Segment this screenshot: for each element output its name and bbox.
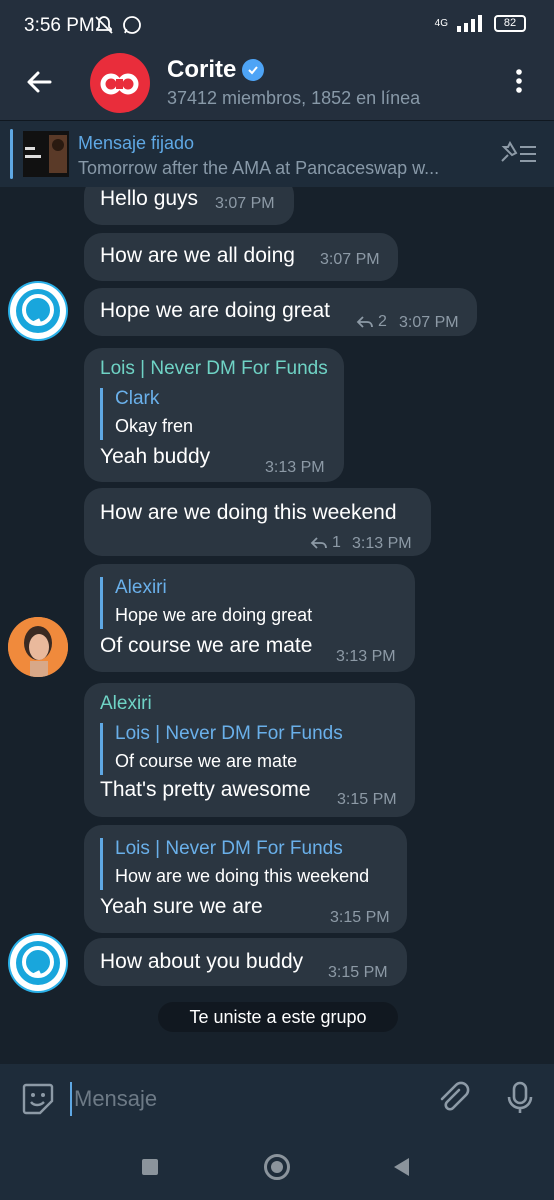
quote-text: Okay fren bbox=[115, 416, 194, 436]
message-text: Hope we are doing great bbox=[100, 299, 330, 322]
message-text: That's pretty awesome bbox=[100, 778, 311, 801]
message-bubble[interactable]: Hello guys 3:07 PM bbox=[84, 187, 294, 225]
message-bubble[interactable]: Alexiri Hope we are doing great Of cours… bbox=[84, 564, 415, 672]
pinned-thumbnail bbox=[23, 131, 69, 177]
sender-name: Alexiri bbox=[100, 693, 152, 714]
message-bubble[interactable]: Lois | Never DM For Funds Clark Okay fre… bbox=[84, 348, 344, 482]
user-avatar[interactable] bbox=[8, 617, 68, 677]
sender-name: Lois | Never DM For Funds bbox=[100, 358, 328, 379]
message-text: How are we doing this weekend bbox=[100, 501, 397, 524]
reply-quote[interactable]: Clark Okay fren bbox=[100, 388, 193, 440]
message-composer bbox=[0, 1064, 554, 1134]
reply-count[interactable]: 1 bbox=[310, 534, 341, 552]
group-name: Corite bbox=[167, 56, 237, 83]
message-time: 3:15 PM bbox=[330, 909, 390, 926]
user-avatar[interactable] bbox=[8, 281, 68, 341]
message-text: How about you buddy bbox=[100, 950, 304, 973]
system-navigation-bar bbox=[0, 1134, 554, 1200]
recent-apps-icon[interactable] bbox=[142, 1159, 158, 1175]
whatsapp-icon bbox=[123, 16, 141, 34]
reply-quote[interactable]: Lois | Never DM For Funds How are we doi… bbox=[100, 838, 369, 890]
battery-indicator: 82 bbox=[494, 14, 526, 32]
system-back-icon[interactable] bbox=[394, 1158, 409, 1176]
quote-author: Lois | Never DM For Funds bbox=[115, 723, 343, 744]
home-icon[interactable] bbox=[264, 1154, 290, 1180]
message-bubble[interactable]: Hope we are doing great 2 3:07 PM bbox=[84, 288, 477, 336]
quote-text: Of course we are mate bbox=[115, 751, 298, 771]
quote-author: Alexiri bbox=[115, 577, 167, 598]
message-text: Yeah sure we are bbox=[100, 895, 263, 918]
chat-header: Corite 37412 miembros, 1852 en línea bbox=[0, 50, 554, 120]
message-bubble[interactable]: Alexiri Lois | Never DM For Funds Of cou… bbox=[84, 683, 415, 817]
quote-author: Lois | Never DM For Funds bbox=[115, 838, 343, 859]
message-time: 3:07 PM bbox=[215, 195, 275, 212]
group-title[interactable]: Corite bbox=[167, 56, 265, 84]
pinned-indicator bbox=[10, 129, 13, 179]
signal-icon bbox=[457, 15, 482, 32]
message-text: How are we all doing bbox=[100, 244, 295, 267]
status-time: 3:56 PM bbox=[24, 15, 95, 36]
message-bubble[interactable]: How are we all doing 3:07 PM bbox=[84, 233, 398, 281]
message-time: 3:13 PM bbox=[265, 459, 325, 476]
woman-portrait-icon bbox=[8, 617, 68, 677]
pinned-text: Tomorrow after the AMA at Pancaceswap w.… bbox=[78, 158, 440, 178]
pinned-list-icon[interactable] bbox=[498, 141, 538, 167]
reply-count[interactable]: 2 bbox=[356, 313, 387, 331]
message-text: Yeah buddy bbox=[100, 445, 211, 468]
back-arrow-icon[interactable] bbox=[20, 62, 60, 102]
alexa-ring-icon bbox=[10, 935, 66, 991]
pinned-message-bar[interactable]: Mensaje fijado Tomorrow after the AMA at… bbox=[0, 120, 554, 187]
more-options-icon[interactable] bbox=[504, 66, 534, 96]
microphone-icon[interactable] bbox=[502, 1080, 538, 1116]
muted-bell-icon bbox=[95, 16, 113, 34]
pinned-label: Mensaje fijado bbox=[78, 133, 195, 153]
message-time: 3:15 PM bbox=[328, 964, 388, 981]
message-text: Hello guys bbox=[100, 187, 199, 210]
message-bubble[interactable]: Lois | Never DM For Funds How are we doi… bbox=[84, 825, 407, 933]
message-input[interactable] bbox=[70, 1082, 410, 1116]
group-avatar[interactable] bbox=[90, 53, 150, 113]
message-time: 3:15 PM bbox=[337, 791, 397, 808]
message-text: Of course we are mate bbox=[100, 634, 313, 657]
quote-text: How are we doing this weekend bbox=[115, 866, 370, 886]
quote-text: Hope we are doing great bbox=[115, 605, 313, 625]
message-time: 3:07 PM bbox=[399, 314, 459, 331]
reply-arrow-icon bbox=[310, 537, 327, 549]
user-avatar[interactable] bbox=[8, 933, 68, 993]
reply-quote[interactable]: Alexiri Hope we are doing great bbox=[100, 577, 312, 629]
quote-author: Clark bbox=[115, 388, 160, 409]
service-message: Te uniste a este grupo bbox=[158, 1002, 398, 1032]
verified-badge-icon bbox=[242, 59, 265, 81]
message-bubble[interactable]: How about you buddy 3:15 PM bbox=[84, 938, 407, 986]
reply-quote[interactable]: Lois | Never DM For Funds Of course we a… bbox=[100, 723, 343, 775]
attachment-icon[interactable] bbox=[435, 1080, 471, 1116]
message-time: 3:13 PM bbox=[336, 648, 396, 665]
message-time: 3:07 PM bbox=[320, 251, 380, 268]
message-bubble[interactable]: How are we doing this weekend 1 3:13 PM bbox=[84, 488, 431, 556]
chat-area[interactable]: Hello guys 3:07 PM How are we all doing … bbox=[0, 187, 554, 1064]
message-time: 3:13 PM bbox=[352, 535, 412, 552]
corite-logo-icon bbox=[100, 73, 139, 95]
sticker-emoji-icon[interactable] bbox=[20, 1081, 56, 1117]
member-count: 37412 miembros, 1852 en línea bbox=[167, 88, 421, 108]
status-bar: 3:56 PM 4G 82 bbox=[0, 0, 554, 50]
reply-arrow-icon bbox=[356, 316, 373, 328]
alexa-ring-icon bbox=[10, 283, 66, 339]
network-type: 4G bbox=[434, 17, 448, 29]
